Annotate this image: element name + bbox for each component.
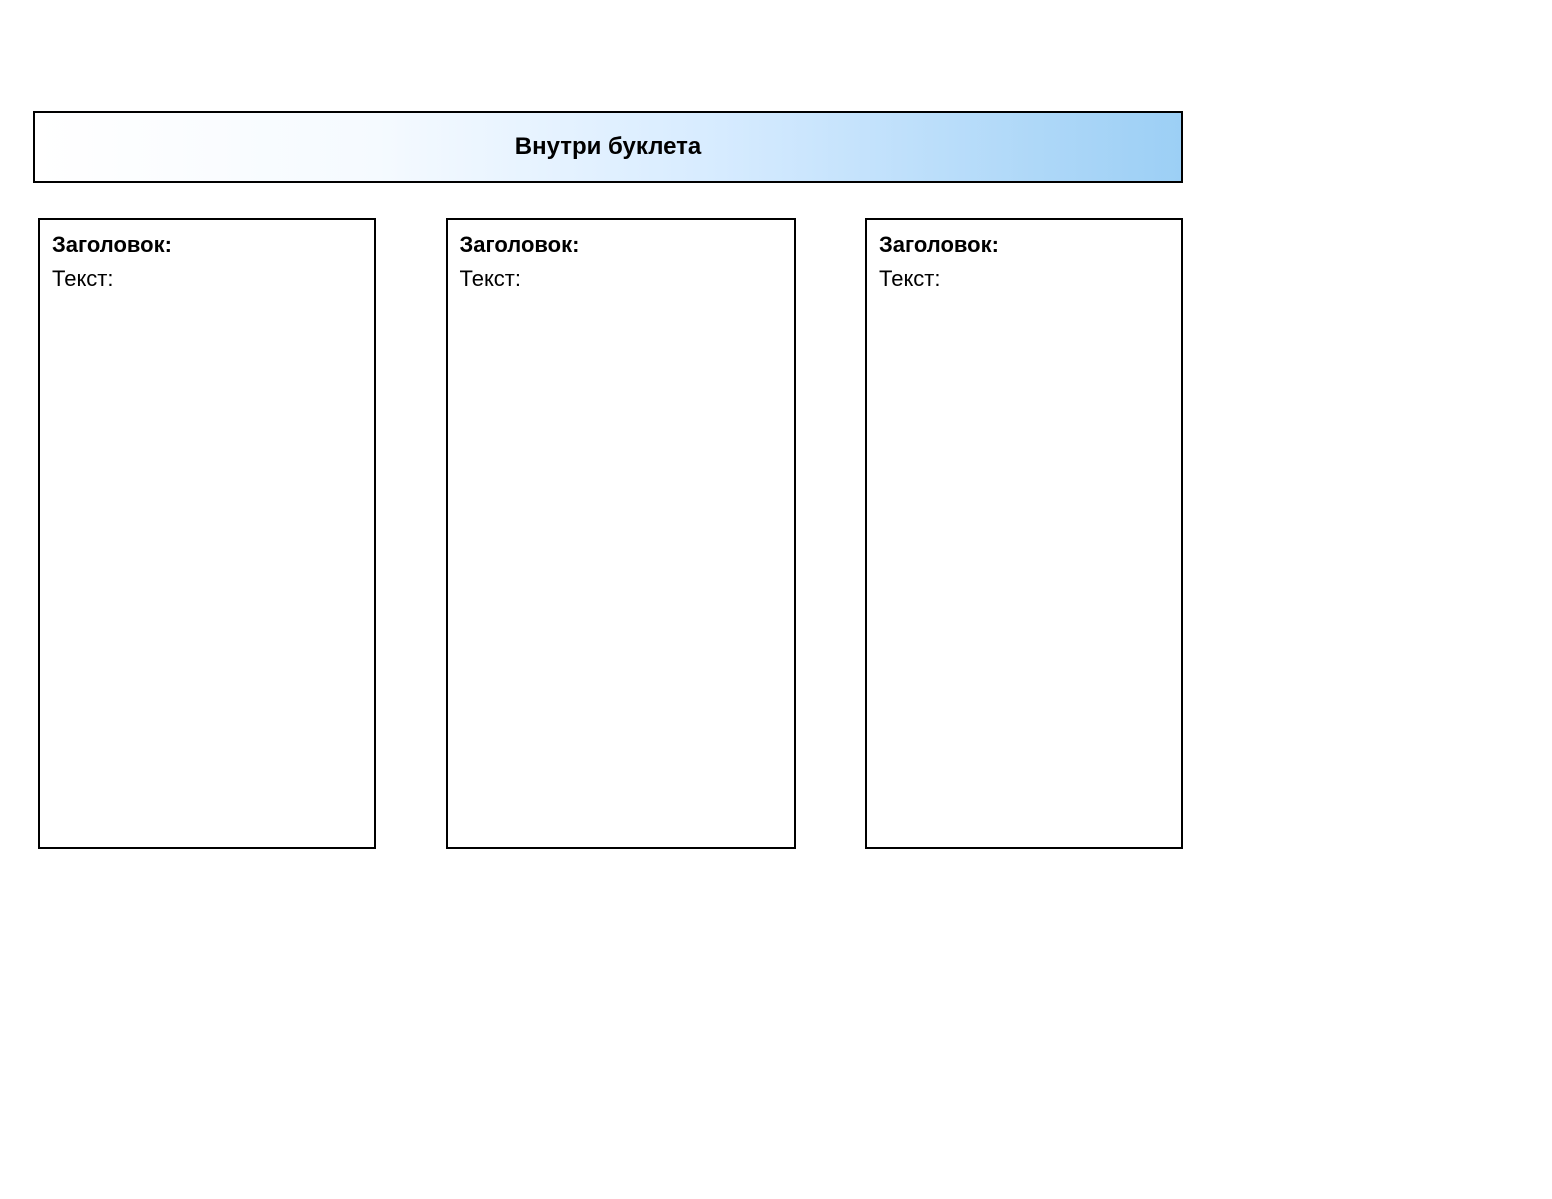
panel-3-text-label: Текст: (879, 266, 1169, 292)
header-title: Внутри буклета (515, 133, 702, 161)
panel-1: Заголовок: Текст: (38, 218, 376, 849)
panel-2: Заголовок: Текст: (446, 218, 796, 849)
panel-2-text-label: Текст: (460, 266, 782, 292)
panel-3: Заголовок: Текст: (865, 218, 1183, 849)
panel-3-heading-label: Заголовок: (879, 232, 1169, 258)
panel-1-text-label: Текст: (52, 266, 362, 292)
panels-row: Заголовок: Текст: Заголовок: Текст: Заго… (38, 218, 1183, 849)
panel-2-heading-label: Заголовок: (460, 232, 782, 258)
header-banner: Внутри буклета (33, 111, 1183, 183)
panel-1-heading-label: Заголовок: (52, 232, 362, 258)
